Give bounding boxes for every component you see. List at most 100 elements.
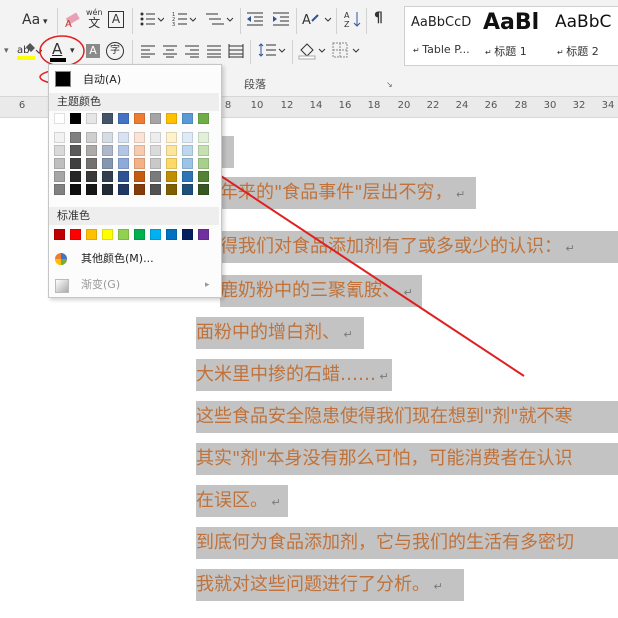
- theme-color-swatch[interactable]: [86, 158, 97, 169]
- theme-color-swatch[interactable]: [166, 145, 177, 156]
- theme-color-swatch[interactable]: [198, 145, 209, 156]
- more-colors-option[interactable]: 其他颜色(M)...: [49, 249, 219, 269]
- standard-color-swatch[interactable]: [86, 229, 97, 240]
- line-spacing-button[interactable]: [258, 42, 286, 62]
- phonetic-guide-button[interactable]: wén 文: [86, 8, 103, 29]
- standard-color-swatch[interactable]: [70, 229, 81, 240]
- theme-color-swatch[interactable]: [102, 184, 113, 195]
- document-text-line[interactable]: 面粉中的增白剂、 ↵: [196, 317, 364, 349]
- theme-color-swatch[interactable]: [70, 158, 81, 169]
- theme-color-swatch[interactable]: [86, 113, 97, 124]
- standard-color-swatch[interactable]: [198, 229, 209, 240]
- document-text-line[interactable]: 我就对这些问题进行了分析。 ↵: [196, 569, 464, 601]
- theme-color-swatch[interactable]: [166, 184, 177, 195]
- gradient-option[interactable]: 渐变(G) ▸: [49, 275, 219, 295]
- paragraph-dialog-launcher-icon[interactable]: ↘: [386, 80, 393, 89]
- document-text-line[interactable]: 年来的"食品事件"层出不穷， ↵: [220, 177, 476, 209]
- show-hide-marks-button[interactable]: ¶: [374, 10, 383, 26]
- standard-color-swatch[interactable]: [166, 229, 177, 240]
- document-text-line[interactable]: 这些食品安全隐患使得我们现在想到"剂"就不寒: [196, 401, 618, 433]
- standard-color-swatch[interactable]: [134, 229, 145, 240]
- theme-color-swatch[interactable]: [118, 158, 129, 169]
- font-color-button[interactable]: A ▾: [44, 38, 80, 64]
- theme-color-swatch[interactable]: [54, 145, 65, 156]
- theme-color-swatch[interactable]: [54, 132, 65, 143]
- theme-color-swatch[interactable]: [166, 113, 177, 124]
- decrease-indent-button[interactable]: [246, 11, 264, 31]
- theme-color-swatch[interactable]: [150, 184, 161, 195]
- theme-color-swatch[interactable]: [134, 113, 145, 124]
- chevron-down-icon[interactable]: ▾: [70, 46, 75, 56]
- theme-color-swatch[interactable]: [134, 145, 145, 156]
- text-highlight-button[interactable]: ab: [16, 40, 43, 66]
- align-left-button[interactable]: [140, 44, 156, 62]
- theme-color-swatch[interactable]: [182, 113, 193, 124]
- style-table-p[interactable]: AaBbCcD ↵ Table P...: [405, 7, 475, 65]
- theme-color-swatch[interactable]: [198, 184, 209, 195]
- theme-color-swatch[interactable]: [118, 132, 129, 143]
- justify-button[interactable]: [206, 44, 222, 62]
- theme-color-swatch[interactable]: [198, 158, 209, 169]
- theme-color-swatch[interactable]: [102, 132, 113, 143]
- theme-color-swatch[interactable]: [150, 171, 161, 182]
- theme-color-swatch[interactable]: [166, 132, 177, 143]
- theme-color-swatch[interactable]: [134, 171, 145, 182]
- bullets-button[interactable]: [140, 11, 165, 31]
- distributed-button[interactable]: [228, 44, 244, 62]
- theme-color-swatch[interactable]: [70, 171, 81, 182]
- theme-color-swatch[interactable]: [102, 145, 113, 156]
- theme-color-swatch[interactable]: [54, 113, 65, 124]
- theme-color-swatch[interactable]: [134, 184, 145, 195]
- theme-color-swatch[interactable]: [150, 158, 161, 169]
- shading-button[interactable]: [298, 42, 326, 64]
- clear-formatting-button[interactable]: A: [64, 10, 82, 32]
- theme-color-swatch[interactable]: [198, 132, 209, 143]
- theme-color-swatch[interactable]: [150, 132, 161, 143]
- chinese-layout-button[interactable]: A: [302, 11, 332, 31]
- standard-color-swatch[interactable]: [182, 229, 193, 240]
- align-right-button[interactable]: [184, 44, 200, 62]
- document-text-line[interactable]: 在误区。 ↵: [196, 485, 288, 517]
- theme-color-swatch[interactable]: [86, 171, 97, 182]
- theme-color-swatch[interactable]: [86, 184, 97, 195]
- theme-color-swatch[interactable]: [198, 171, 209, 182]
- theme-color-swatch[interactable]: [182, 184, 193, 195]
- increase-indent-button[interactable]: [272, 11, 290, 31]
- document-text-line[interactable]: 大米里中掺的石蜡…… ↵: [196, 359, 392, 391]
- theme-color-swatch[interactable]: [54, 158, 65, 169]
- theme-color-swatch[interactable]: [54, 184, 65, 195]
- theme-color-swatch[interactable]: [182, 171, 193, 182]
- theme-color-swatch[interactable]: [118, 171, 129, 182]
- multilevel-list-button[interactable]: [204, 11, 234, 31]
- change-case-button[interactable]: Aa ▾: [22, 12, 48, 28]
- standard-color-swatch[interactable]: [150, 229, 161, 240]
- theme-color-swatch[interactable]: [166, 158, 177, 169]
- theme-color-swatch[interactable]: [182, 132, 193, 143]
- document-text-line[interactable]: 其实"剂"本身没有那么可怕，可能消费者在认识: [196, 443, 618, 475]
- document-text-line[interactable]: 得我们对食品添加剂有了或多或少的认识： ↵: [220, 231, 618, 263]
- theme-color-swatch[interactable]: [102, 113, 113, 124]
- enclose-characters-button[interactable]: 字: [106, 42, 124, 60]
- align-center-button[interactable]: [162, 44, 178, 62]
- theme-color-swatch[interactable]: [134, 132, 145, 143]
- style-heading-1[interactable]: AaBl ↵ 标题 1: [477, 7, 547, 65]
- theme-color-swatch[interactable]: [70, 145, 81, 156]
- theme-color-swatch[interactable]: [70, 184, 81, 195]
- standard-color-swatch[interactable]: [54, 229, 65, 240]
- theme-color-swatch[interactable]: [70, 113, 81, 124]
- theme-color-swatch[interactable]: [54, 171, 65, 182]
- character-border-button[interactable]: A: [108, 11, 124, 28]
- theme-color-swatch[interactable]: [102, 158, 113, 169]
- document-text-line[interactable]: 鹿奶粉中的三聚氰胺、 ↵: [220, 275, 422, 307]
- theme-color-swatch[interactable]: [118, 145, 129, 156]
- sort-button[interactable]: AZ: [344, 10, 362, 32]
- theme-color-swatch[interactable]: [134, 158, 145, 169]
- theme-color-swatch[interactable]: [118, 184, 129, 195]
- theme-color-swatch[interactable]: [118, 113, 129, 124]
- theme-color-swatch[interactable]: [182, 158, 193, 169]
- character-shading-button[interactable]: A: [86, 44, 100, 58]
- theme-color-swatch[interactable]: [150, 145, 161, 156]
- standard-color-swatch[interactable]: [118, 229, 129, 240]
- theme-color-swatch[interactable]: [182, 145, 193, 156]
- theme-color-swatch[interactable]: [86, 145, 97, 156]
